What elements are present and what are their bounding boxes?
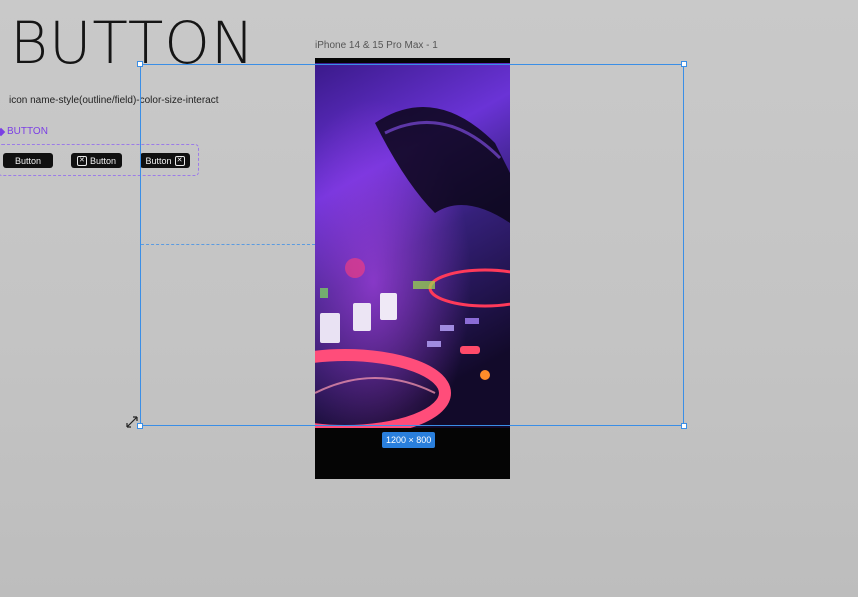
selection-size-badge: 1200 × 800 (382, 432, 436, 448)
resize-handle-top-left[interactable] (137, 61, 143, 67)
diamond-icon (0, 127, 6, 136)
selection-box[interactable] (140, 64, 684, 426)
design-canvas[interactable]: BUTTON icon name-style(outline/field)-co… (0, 0, 858, 597)
resize-handle-top-right[interactable] (681, 61, 687, 67)
x-box-icon: ✕ (76, 155, 87, 166)
frame-title[interactable]: iPhone 14 & 15 Pro Max - 1 (315, 40, 438, 51)
button-variant-icon-left[interactable]: ✕ Button (71, 153, 122, 168)
button-variant-plain[interactable]: Button (3, 153, 53, 168)
resize-diagonal-cursor-icon (126, 416, 138, 428)
button-variant-label: Button (14, 155, 42, 166)
button-variant-label: Button (89, 155, 117, 166)
component-set-name: BUTTON (7, 126, 48, 137)
resize-handle-bottom-right[interactable] (681, 423, 687, 429)
component-set-label[interactable]: BUTTON (0, 126, 48, 137)
